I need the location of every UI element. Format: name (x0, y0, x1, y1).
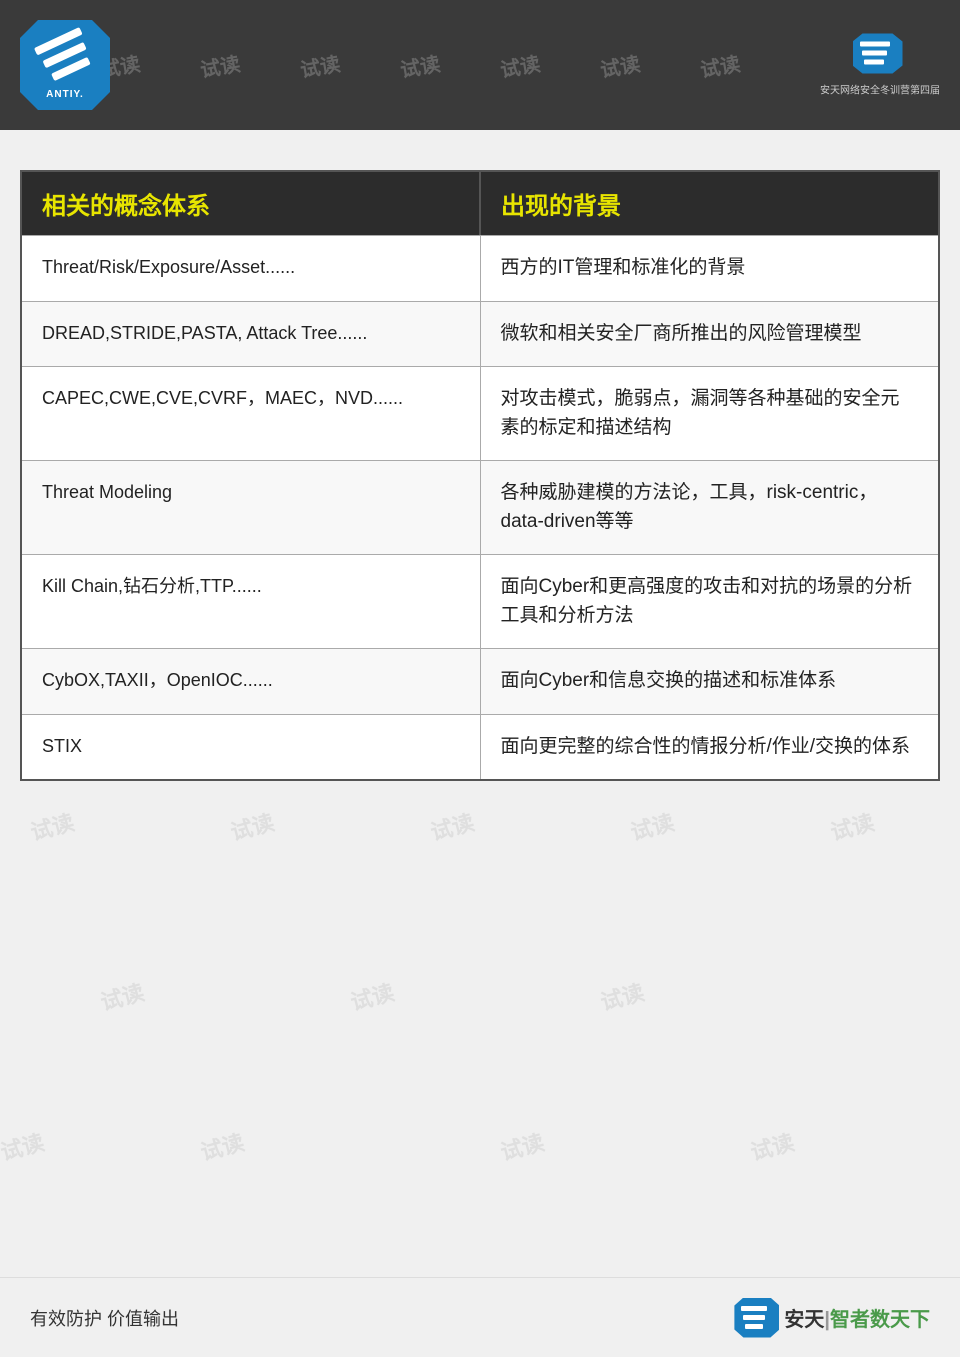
footer-left-text: 有效防护 价值输出 (30, 1305, 179, 1331)
footer-brand-text: 安天|智者数天下 (784, 1303, 930, 1332)
table-header-col1: 相关的概念体系 (22, 172, 481, 235)
table-cell-7-2: 面向更完整的综合性的情报分析/作业/交换的体系 (481, 715, 939, 780)
table-cell-5-1: Kill Chain,钻石分析,TTP...... (22, 555, 481, 648)
table-cell-1-2: 西方的IT管理和标准化的背景 (481, 236, 939, 301)
footer-brand-antiy: 安天 (784, 1309, 824, 1331)
table-header-row: 相关的概念体系 出现的背景 (22, 172, 938, 235)
body-wm-21: 试读 (227, 805, 278, 847)
body-wm-23: 试读 (627, 805, 678, 847)
table-cell-6-2: 面向Cyber和信息交换的描述和标准体系 (481, 649, 939, 714)
table-row: CybOX,TAXII，OpenIOC...... 面向Cyber和信息交换的描… (22, 648, 938, 714)
header-watermarks: 试读 试读 试读 试读 试读 试读 试读 (100, 0, 860, 130)
header-right-subtitle: 安天网络安全冬训营第四届 (820, 82, 940, 97)
body-wm-25: 试读 (97, 975, 148, 1017)
table-cell-2-1: DREAD,STRIDE,PASTA, Attack Tree...... (22, 302, 481, 367)
watermark-7: 试读 (698, 47, 742, 83)
footer: 有效防护 价值输出 安天|智者数天下 (0, 1277, 960, 1357)
body-wm-31: 试读 (747, 1125, 798, 1167)
body-wm-29: 试读 (197, 1125, 248, 1167)
table-row: Threat/Risk/Exposure/Asset...... 西方的IT管理… (22, 235, 938, 301)
table-cell-5-2: 面向Cyber和更高强度的攻击和对抗的场景的分析工具和分析方法 (481, 555, 939, 648)
header-right-icon-shape (853, 34, 903, 74)
body-wm-27: 试读 (597, 975, 648, 1017)
body-wm-26: 试读 (347, 975, 398, 1017)
header-right-logo: 安天网络安全冬训营第四届 (820, 34, 940, 97)
footer-logo-icon (734, 1298, 779, 1338)
body-wm-20: 试读 (27, 805, 78, 847)
table-cell-6-1: CybOX,TAXII，OpenIOC...... (22, 649, 481, 714)
table-row: Kill Chain,钻石分析,TTP...... 面向Cyber和更高强度的攻… (22, 554, 938, 648)
header: ANTIY. 试读 试读 试读 试读 试读 试读 试读 安天网络安全冬训营第四届 (0, 0, 960, 130)
table-row: CAPEC,CWE,CVE,CVRF，MAEC，NVD...... 对攻击模式，… (22, 366, 938, 460)
table-cell-2-2: 微软和相关安全厂商所推出的风险管理模型 (481, 302, 939, 367)
body-wm-24: 试读 (827, 805, 878, 847)
table-cell-4-1: Threat Modeling (22, 461, 481, 554)
footer-brand-sub: 智者数天下 (830, 1309, 930, 1331)
watermark-4: 试读 (398, 47, 442, 83)
watermark-5: 试读 (498, 47, 542, 83)
main-content: 相关的概念体系 出现的背景 Threat/Risk/Exposure/Asset… (20, 170, 940, 781)
table-cell-7-1: STIX (22, 715, 481, 780)
footer-right-logo: 安天|智者数天下 (734, 1298, 930, 1338)
table-row: DREAD,STRIDE,PASTA, Attack Tree...... 微软… (22, 301, 938, 367)
body-wm-28: 试读 (0, 1125, 47, 1167)
table-cell-3-2: 对攻击模式，脆弱点，漏洞等各种基础的安全元素的标定和描述结构 (481, 367, 939, 460)
table-header-col2: 出现的背景 (481, 172, 938, 235)
table-cell-1-1: Threat/Risk/Exposure/Asset...... (22, 236, 481, 301)
main-table: 相关的概念体系 出现的背景 Threat/Risk/Exposure/Asset… (20, 170, 940, 781)
logo: ANTIY. (20, 20, 110, 110)
watermark-3: 试读 (298, 47, 342, 83)
body-wm-30: 试读 (497, 1125, 548, 1167)
header-right-icon (853, 34, 908, 79)
logo-stripes (31, 24, 98, 91)
table-cell-4-2: 各种威胁建模的方法论，工具，risk-centric，data-driven等等 (481, 461, 939, 554)
watermark-6: 试读 (598, 47, 642, 83)
table-row: Threat Modeling 各种威胁建模的方法论，工具，risk-centr… (22, 460, 938, 554)
body-wm-22: 试读 (427, 805, 478, 847)
table-cell-3-1: CAPEC,CWE,CVE,CVRF，MAEC，NVD...... (22, 367, 481, 460)
watermark-2: 试读 (198, 47, 242, 83)
table-row: STIX 面向更完整的综合性的情报分析/作业/交换的体系 (22, 714, 938, 780)
